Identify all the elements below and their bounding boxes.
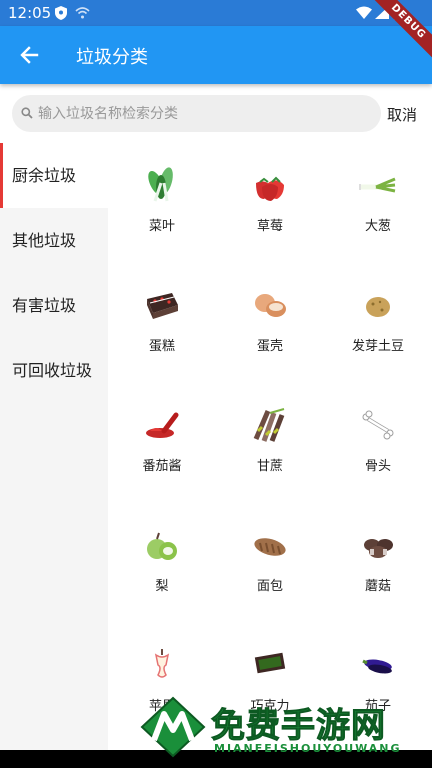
grid-item-label: 蛋壳 — [256, 339, 283, 354]
sidebar-item-label: 其他垃圾 — [12, 231, 77, 250]
eggplant-icon — [362, 659, 392, 674]
bone-icon — [362, 410, 394, 440]
app-bar: 垃圾分类 — [0, 26, 432, 84]
page-title: 垃圾分类 — [76, 47, 148, 68]
grid-item[interactable]: 甘蔗 — [216, 383, 324, 503]
battery-icon — [394, 5, 403, 20]
sidebar-item-recyclable-waste[interactable]: 可回收垃圾 — [0, 338, 108, 428]
search-box[interactable] — [12, 95, 381, 132]
grid-item[interactable]: 发芽土豆 — [324, 263, 432, 383]
grid-item-label: 梨 — [155, 579, 169, 594]
signal-icon — [375, 6, 389, 19]
sidebar-item-label: 厨余垃圾 — [12, 166, 77, 185]
watermark-subtext: MIANFEISHOUYOUWANG — [214, 742, 402, 755]
sidebar-item-kitchen-waste[interactable]: 厨余垃圾 — [0, 143, 108, 208]
sidebar-item-other-waste[interactable]: 其他垃圾 — [0, 208, 108, 273]
back-button[interactable] — [14, 41, 44, 69]
sidebar-item-label: 有害垃圾 — [12, 296, 77, 315]
watermark: 免费手游网 MIANFEISHOUYOUWANG — [138, 694, 432, 768]
bread-icon — [254, 538, 286, 556]
search-input[interactable] — [38, 95, 368, 132]
grid-item[interactable]: 番茄酱 — [108, 383, 216, 503]
grid-item-label: 大葱 — [364, 219, 391, 234]
arrow-left-icon — [20, 46, 39, 64]
strawberry-icon — [256, 176, 284, 201]
grid-item-label: 骨头 — [364, 459, 391, 474]
cancel-button[interactable]: 取消 — [387, 104, 417, 125]
grid-item-label: 蘑菇 — [364, 579, 391, 594]
scallion-icon — [359, 177, 396, 193]
status-bar: 12:05 — [0, 0, 432, 26]
pear-icon — [147, 532, 177, 560]
apple-core-icon — [154, 649, 170, 678]
sidebar-item-label: 可回收垃圾 — [12, 361, 93, 380]
status-time: 12:05 — [8, 4, 52, 22]
grid-item[interactable]: 菜叶 — [108, 143, 216, 263]
sidebar-item-hazardous-waste[interactable]: 有害垃圾 — [0, 273, 108, 338]
grid-item-label: 发芽土豆 — [351, 339, 404, 354]
grid-item[interactable]: 梨 — [108, 503, 216, 623]
sprouting-potato-icon — [366, 297, 390, 317]
grid-item-label: 番茄酱 — [142, 459, 182, 474]
vegetable-leaf-icon — [148, 167, 173, 202]
sugarcane-icon — [253, 408, 285, 442]
cake-icon — [147, 293, 178, 319]
cast-icon — [75, 7, 90, 19]
grid-item[interactable]: 面包 — [216, 503, 324, 623]
grid-item[interactable]: 蘑菇 — [324, 503, 432, 623]
grid-item-label: 甘蔗 — [256, 459, 283, 474]
grid-item-label: 蛋糕 — [148, 339, 175, 354]
watermark-logo-icon — [140, 696, 206, 758]
mushroom-icon — [364, 539, 393, 558]
grid-item-label: 菜叶 — [148, 219, 175, 234]
eggshell-icon — [255, 294, 286, 317]
grid-item-label: 草莓 — [256, 219, 283, 234]
search-row: 取消 — [0, 84, 432, 142]
search-icon — [21, 107, 33, 119]
grid-item[interactable]: 大葱 — [324, 143, 432, 263]
grid-item[interactable]: 草莓 — [216, 143, 324, 263]
ketchup-icon — [146, 412, 179, 438]
wifi-icon — [356, 6, 372, 19]
item-grid: 菜叶 草莓 大葱 蛋糕 蛋壳 发芽土豆 番茄酱 甘蔗 骨头 梨 面包 蘑菇 苹果… — [108, 143, 432, 768]
chocolate-icon — [254, 652, 286, 674]
grid-item[interactable]: 骨头 — [324, 383, 432, 503]
category-sidebar: 厨余垃圾 其他垃圾 有害垃圾 可回收垃圾 — [0, 143, 108, 768]
grid-item[interactable]: 蛋壳 — [216, 263, 324, 383]
grid-item-label: 面包 — [256, 579, 283, 594]
shield-icon — [55, 6, 67, 20]
grid-item[interactable]: 蛋糕 — [108, 263, 216, 383]
watermark-text: 免费手游网 — [211, 706, 386, 747]
